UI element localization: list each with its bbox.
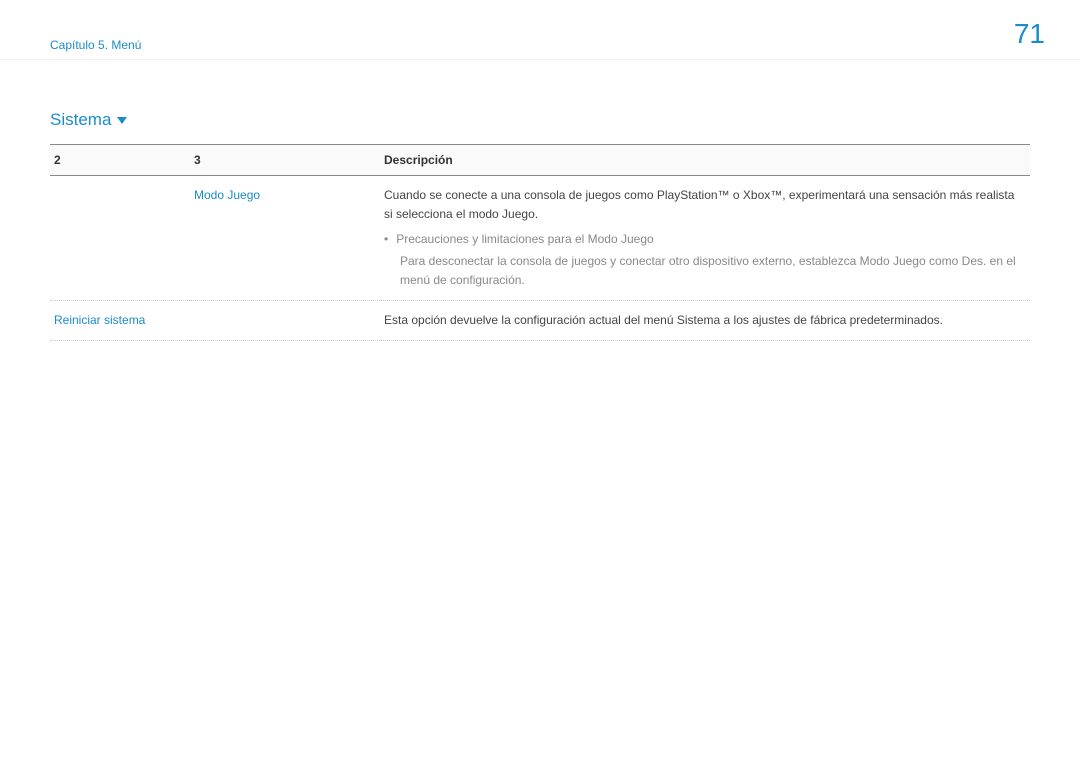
section-title-text: Sistema: [50, 110, 111, 130]
cell-col1: Reiniciar sistema: [50, 300, 190, 340]
bullet-item: • Precauciones y limitaciones para el Mo…: [384, 230, 1026, 249]
page-header: Capítulo 5. Menú 71: [0, 0, 1080, 60]
table-header-col2: 3: [190, 145, 380, 176]
table-header-row: 2 3 Descripción: [50, 145, 1030, 176]
cell-col2: [190, 300, 380, 340]
table-row: Modo Juego Cuando se conecte a una conso…: [50, 176, 1030, 301]
cell-description: Esta opción devuelve la configuración ac…: [380, 300, 1030, 340]
cell-col1: [50, 176, 190, 301]
cell-description: Cuando se conecte a una consola de juego…: [380, 176, 1030, 301]
bullet-title: Precauciones y limitaciones para el Modo…: [396, 230, 653, 249]
description-text: Esta opción devuelve la configuración ac…: [384, 311, 1026, 330]
menu-item-link[interactable]: Modo Juego: [194, 188, 260, 202]
cell-col2: Modo Juego: [190, 176, 380, 301]
table-row: Reiniciar sistema Esta opción devuelve l…: [50, 300, 1030, 340]
menu-item-link[interactable]: Reiniciar sistema: [54, 313, 145, 327]
table-header-col1: 2: [50, 145, 190, 176]
page-number: 71: [1014, 18, 1045, 50]
table-header-col3: Descripción: [380, 145, 1030, 176]
section-title: Sistema: [50, 110, 1030, 130]
description-text: Cuando se conecte a una consola de juego…: [384, 186, 1026, 224]
breadcrumb: Capítulo 5. Menú: [50, 38, 141, 52]
bullet-icon: •: [384, 230, 388, 249]
bullet-detail: Para desconectar la consola de juegos y …: [400, 252, 1026, 290]
triangle-down-icon: [117, 117, 127, 124]
page-content: Sistema 2 3 Descripción Modo Juego Cuand…: [0, 60, 1080, 341]
menu-table: 2 3 Descripción Modo Juego Cuando se con…: [50, 144, 1030, 341]
